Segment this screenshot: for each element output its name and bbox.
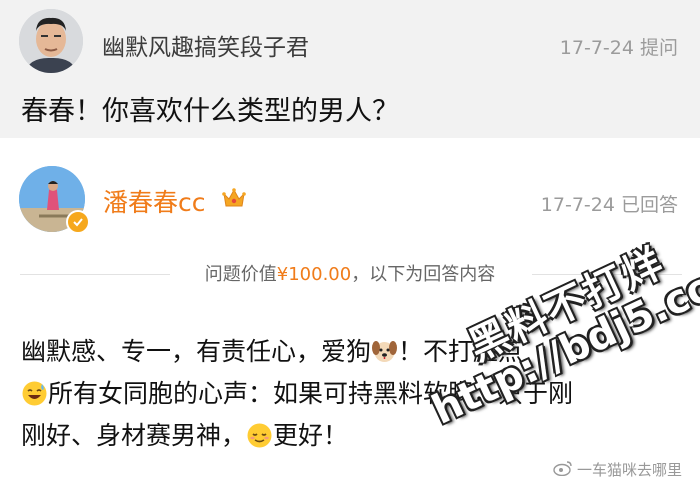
answer-line-text: 刚好、身材赛男神，	[21, 421, 247, 450]
price-row: 问题价值¥100.00，以下为回答内容	[0, 260, 700, 286]
answer-line-text: ！不打脸点	[398, 337, 524, 366]
relieved-icon	[246, 420, 273, 448]
answer-status: 已回答	[620, 194, 678, 216]
verified-badge-icon	[66, 210, 90, 234]
question-text: 春春！你喜欢什么类型的男人？	[21, 96, 399, 127]
source-label: 一车猫咪去哪里	[576, 461, 682, 479]
question-status: 提问	[639, 37, 678, 59]
answerer-name[interactable]: 潘春春cc	[103, 183, 206, 219]
answer-line-text: 幽默感、专一，有责任心，爱狗	[21, 337, 372, 366]
sweat-smile-icon	[21, 378, 48, 406]
price-value: ¥100.00	[276, 264, 352, 285]
answer-line: 刚好、身材赛男神， 更好！	[21, 415, 681, 457]
asker-name[interactable]: 幽默风趣搞笑段子君	[102, 28, 309, 62]
answer-line: 幽默感、专一，有责任心，爱狗 ！不打脸点	[21, 331, 681, 373]
answer-meta: 17-7-24 已回答	[541, 190, 678, 217]
answer-line-text: 所有女同胞的心声：如果可持黑料软脚，只于刚	[48, 379, 574, 408]
question-date: 17-7-24	[559, 37, 634, 59]
answer-body: 幽默感、专一，有责任心，爱狗 ！不打脸点 所有女同胞的心声：如果可持黑料软脚，只…	[21, 331, 681, 457]
dog-icon	[371, 336, 398, 363]
answer-date: 17-7-24	[540, 194, 615, 216]
answer-line: 所有女同胞的心声：如果可持黑料软脚，只于刚	[21, 373, 681, 415]
price-prefix: 问题价值	[204, 264, 277, 285]
weibo-icon	[553, 460, 573, 480]
price-suffix: ，以下为回答内容	[351, 264, 496, 285]
asker-avatar[interactable]	[19, 9, 83, 73]
source-credit: 一车猫咪去哪里	[553, 459, 682, 480]
question-card: 幽默风趣搞笑段子君 17-7-24 提问 春春！你喜欢什么类型的男人？	[0, 0, 700, 138]
crown-icon	[221, 186, 247, 210]
answer-line-text: 更好！	[273, 421, 349, 450]
question-meta: 17-7-24 提问	[560, 33, 678, 60]
